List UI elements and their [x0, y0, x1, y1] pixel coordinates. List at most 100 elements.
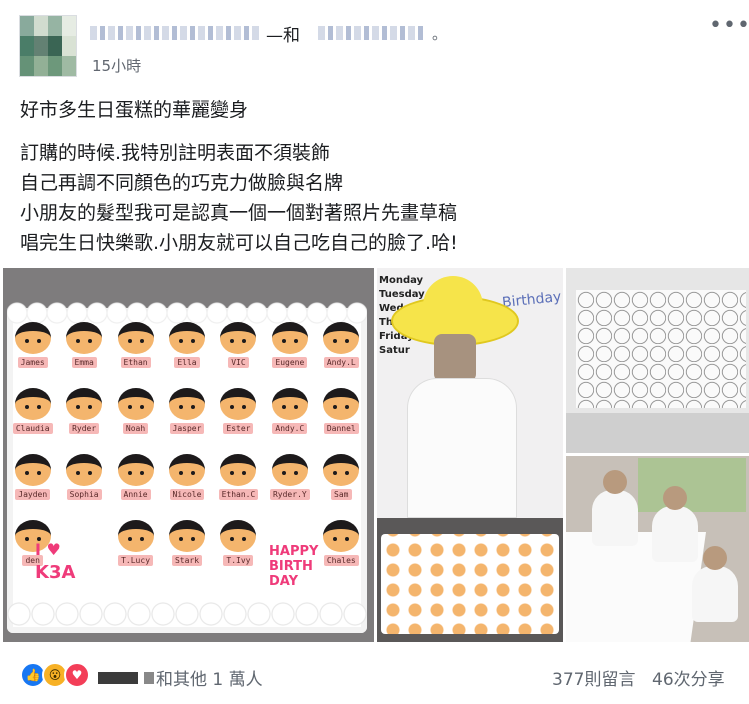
cake-face-cell: T.Lucy — [110, 520, 161, 582]
cake-face-cell: Ethan — [110, 322, 161, 384]
avatar-mosaic-block — [20, 56, 76, 76]
floor — [566, 413, 749, 453]
name-tag: Dannel — [323, 423, 359, 434]
chocolate-face — [220, 454, 257, 486]
cake-face-cell: James — [7, 322, 58, 384]
cake-small-view — [381, 534, 559, 634]
post-body-line: 唱完生日快樂歌.小朋友就可以自己吃自己的臉了.哈! — [20, 232, 458, 254]
cake-face-cell: Ester — [213, 388, 264, 450]
name-tag: T.Ivy — [223, 555, 254, 566]
name-tag: Sam — [331, 489, 352, 500]
name-tag: Ella — [174, 357, 200, 368]
reaction-summary[interactable]: 和其他 1 萬人 — [98, 665, 263, 690]
reaction-icons[interactable]: 👍 😮 ♥ — [20, 662, 90, 688]
post-footer: 👍 😮 ♥ 和其他 1 萬人 377則留言 46次分享 — [0, 653, 749, 697]
chocolate-face — [323, 322, 360, 354]
cake-face-cell: Sophia — [58, 454, 109, 516]
frosting-border-bottom — [7, 601, 367, 627]
name-tag: T.Lucy — [118, 555, 154, 566]
reactor-name-blurred — [144, 671, 154, 684]
avatar-mosaic-block — [34, 36, 62, 56]
comments-count[interactable]: 377則留言 — [552, 665, 635, 690]
cake-face-cell: Emma — [58, 322, 109, 384]
chocolate-face — [168, 322, 205, 354]
name-tag: Claudia — [12, 423, 53, 434]
chocolate-face — [168, 388, 205, 420]
reactor-name-blurred — [98, 671, 138, 684]
child-figure — [692, 546, 738, 622]
photo-cake[interactable]: James Emma Ethan Ella VIC Eugene Andy.L Claudia… — [3, 268, 374, 642]
love-icon: ♥ — [64, 662, 90, 688]
cake-face-cell: Ryder — [58, 388, 109, 450]
cake-face-cell: T.Ivy — [213, 520, 264, 582]
chocolate-face — [168, 520, 205, 552]
frosting-border-top — [7, 302, 367, 324]
cake-face-cell: Eugene — [264, 322, 315, 384]
name-tag: VIC — [228, 357, 249, 368]
chocolate-face — [66, 322, 103, 354]
chocolate-face — [66, 388, 103, 420]
chocolate-face — [14, 454, 51, 486]
cake-face-cell: Nicole — [161, 454, 212, 516]
post-body-line: 小朋友的髮型我可是認真一個一個對著照片先畫草稿 — [20, 202, 458, 224]
cake-face-cell: Jasper — [161, 388, 212, 450]
chocolate-face — [14, 388, 51, 420]
post-body-line: 自己再調不同顏色的巧克力做臉與名牌 — [20, 172, 344, 194]
name-tag: Nicole — [169, 489, 205, 500]
cake-face-cell: Dannel — [316, 388, 367, 450]
name-tag: Annie — [120, 489, 151, 500]
author-name-blurred[interactable] — [90, 26, 262, 40]
chocolate-face — [220, 520, 257, 552]
post-body-line: 訂購的時候.我特別註明表面不須裝飾 — [20, 142, 331, 164]
chocolate-face — [323, 388, 360, 420]
author-line: —和 。 — [90, 23, 447, 46]
photo-child-cutting-cake[interactable]: Monday Tuesday Wednesday Thursday Friday… — [377, 268, 563, 642]
cake-top: James Emma Ethan Ella VIC Eugene Andy.L Claudia… — [7, 302, 367, 633]
chocolate-face — [117, 388, 154, 420]
chocolate-face — [66, 454, 103, 486]
name-tag: Stark — [171, 555, 203, 566]
post-text: 好市多生日蛋糕的華麗變身 訂購的時候.我特別註明表面不須裝飾 自己再調不同顏色的… — [20, 95, 720, 258]
name-tag: Noah — [122, 423, 149, 434]
name-tag: Ryder.Y — [269, 489, 310, 500]
chocolate-face — [117, 322, 154, 354]
photo-whiteboard-sketches[interactable] — [566, 268, 749, 453]
author-avatar[interactable] — [19, 15, 77, 77]
more-options-button[interactable]: ••• — [709, 15, 749, 40]
chocolate-face — [220, 322, 257, 354]
cake-face-cell: Annie — [110, 454, 161, 516]
name-tag: Jayden — [15, 489, 51, 500]
child-figure — [652, 486, 698, 562]
post-title: 好市多生日蛋糕的華麗變身 — [20, 99, 249, 121]
chocolate-face — [117, 520, 154, 552]
name-tag: James — [17, 357, 48, 368]
chocolate-face — [168, 454, 205, 486]
name-tag: Sophia — [66, 489, 102, 500]
avatar-mosaic-block — [20, 16, 76, 36]
name-tag: Ethan.C — [218, 489, 259, 500]
chocolate-face — [14, 322, 51, 354]
post-timestamp[interactable]: 15小時 — [92, 55, 141, 76]
cake-face-cell: Stark — [161, 520, 212, 582]
chocolate-face — [271, 388, 308, 420]
cake-face-cell: Andy.L — [316, 322, 367, 384]
cake-face-cell: Andy.C — [264, 388, 315, 450]
child-face-blurred — [434, 334, 476, 382]
cake-faces-grid: James Emma Ethan Ella VIC Eugene Andy.L Claudia… — [7, 322, 367, 582]
name-tag: Andy.L — [323, 357, 359, 368]
name-tag: Ryder — [69, 423, 100, 434]
chocolate-face — [271, 322, 308, 354]
child-figure — [592, 470, 638, 546]
cake-face-cell: Ethan.C — [213, 454, 264, 516]
name-tag: Jasper — [169, 423, 205, 434]
whiteboard-face-drafts — [576, 290, 746, 408]
reaction-summary-text: 和其他 1 萬人 — [156, 670, 263, 690]
shares-count[interactable]: 46次分享 — [652, 665, 725, 690]
cake-face-cell: Sam — [316, 454, 367, 516]
photo-children-eating[interactable] — [566, 456, 749, 642]
photo-collage: James Emma Ethan Ella VIC Eugene Andy.L Claudia… — [0, 268, 749, 644]
chocolate-face — [323, 454, 360, 486]
cake-face-cell: Ryder.Y — [264, 454, 315, 516]
chocolate-face — [117, 454, 154, 486]
tagged-name-blurred[interactable] — [318, 26, 426, 40]
